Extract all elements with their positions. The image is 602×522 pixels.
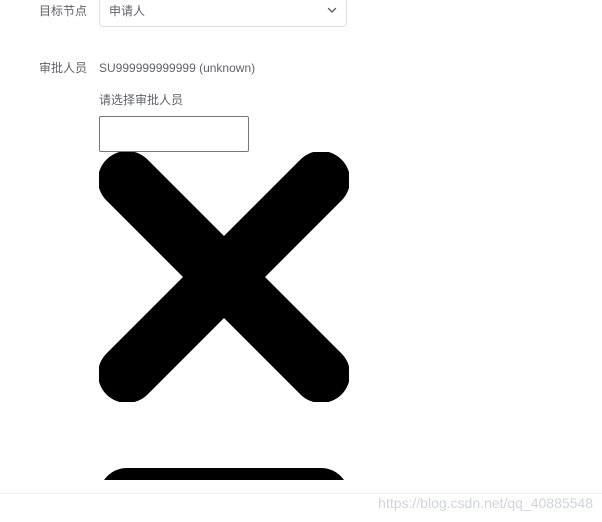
target-node-label: 目标节点 [39, 4, 88, 18]
close-icon[interactable] [99, 152, 349, 402]
approver-hint: 请选择审批人员 [99, 93, 184, 107]
approver-input[interactable] [99, 116, 249, 152]
approver-current-value: SU999999999999 (unknown) [99, 61, 256, 75]
footer-divider [0, 493, 602, 494]
target-node-select[interactable]: 申请人 [99, 0, 347, 27]
approver-label: 审批人员 [39, 61, 88, 75]
chevron-down-icon[interactable] [326, 4, 338, 16]
watermark-text: https://blog.csdn.net/qq_40885548 [378, 495, 593, 511]
target-node-select-value: 申请人 [109, 4, 146, 18]
partial-icon [104, 468, 344, 480]
